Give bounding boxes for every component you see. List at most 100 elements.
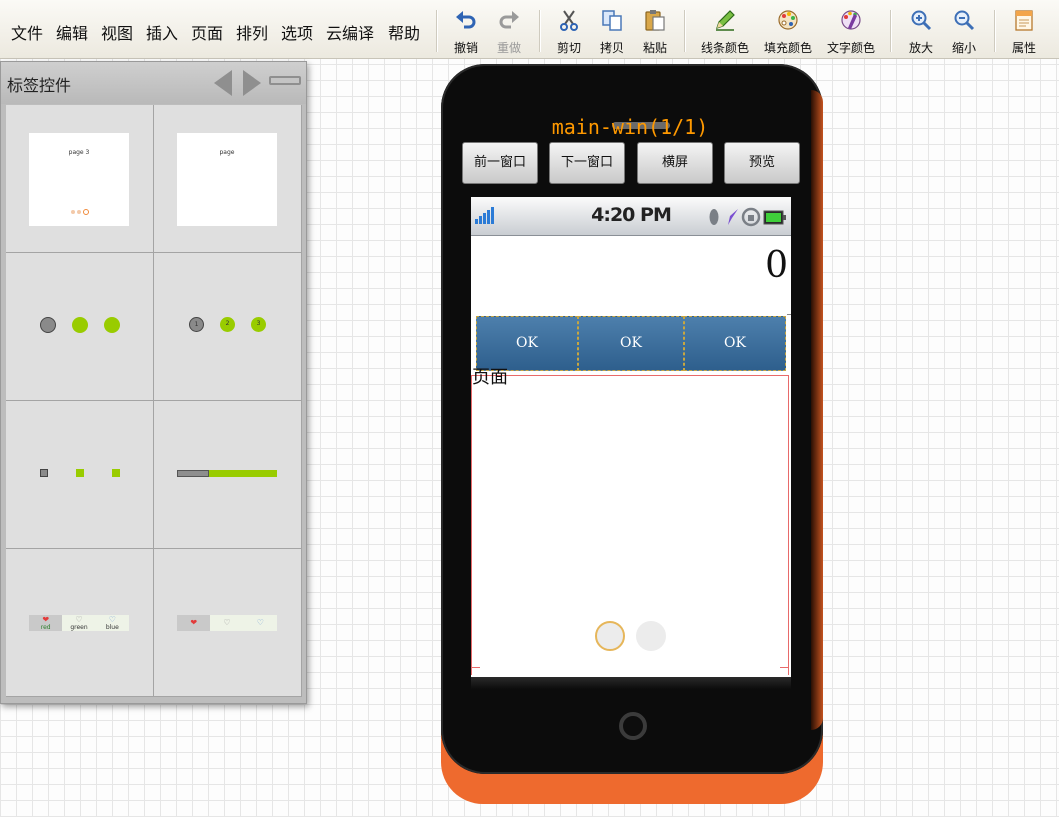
selection-corner[interactable] bbox=[780, 667, 789, 675]
menu-options[interactable]: 选项 bbox=[281, 20, 313, 44]
control-numbered-indicator[interactable]: 1 2 3 bbox=[154, 253, 301, 400]
zoom-out-label: 缩小 bbox=[951, 41, 976, 55]
pencil-icon bbox=[716, 10, 735, 31]
redo-button[interactable]: 重做 bbox=[482, 8, 536, 56]
tab-thumb-icon: ♡ bbox=[243, 615, 277, 631]
dot-indicator-thumbnail bbox=[6, 317, 153, 333]
main-toolbar: 文件 编辑 视图 插入 页面 排列 选项 云编译 帮助 撤销 重做 剪切 拷贝 … bbox=[0, 0, 1059, 59]
control-progress-indicator[interactable] bbox=[154, 401, 301, 548]
prev-window-button[interactable]: 前一窗口 bbox=[462, 142, 538, 184]
landscape-button[interactable]: 横屏 bbox=[637, 142, 713, 184]
selection-corner[interactable] bbox=[780, 375, 789, 384]
heart-icon: ❤ bbox=[42, 615, 50, 624]
ok-button-2[interactable]: OK bbox=[578, 316, 684, 371]
counter-display: 0 bbox=[765, 245, 788, 286]
toolbar-separator bbox=[890, 10, 891, 52]
palette-icon bbox=[778, 10, 798, 30]
square-icon bbox=[39, 469, 48, 477]
control-tab-bar-labeled[interactable]: ❤ red ♡ green ♡ blue bbox=[6, 549, 153, 696]
menu-help[interactable]: 帮助 bbox=[388, 20, 420, 44]
tab-control-panel: 标签控件 page 3 page 1 2 3 ❤ red ♡ green ♡ b… bbox=[0, 61, 307, 704]
dot-icon bbox=[103, 317, 120, 333]
scissors-icon bbox=[560, 10, 578, 31]
heart-outline-icon: ♡ bbox=[108, 615, 116, 624]
toolbar-separator bbox=[436, 10, 437, 52]
control-tab-bar-icons[interactable]: ❤ ♡ ♡ bbox=[154, 549, 301, 696]
tab-thumb-green: ♡ green bbox=[62, 615, 96, 631]
paste-icon bbox=[645, 10, 665, 31]
page-label: 页面 bbox=[472, 367, 508, 388]
numbered-dot: 3 bbox=[251, 317, 266, 332]
properties-label: 属性 bbox=[1011, 41, 1036, 55]
tab-bar-thumbnail: ❤ red ♡ green ♡ blue bbox=[29, 615, 129, 631]
paste-button[interactable]: 粘贴 bbox=[628, 8, 682, 56]
zoom-in-icon bbox=[911, 10, 932, 31]
status-bar: 4:20 PM bbox=[471, 197, 791, 236]
step-number: 1 bbox=[194, 321, 199, 328]
text-color-label: 文字颜色 bbox=[826, 41, 875, 55]
heart-outline-icon: ♡ bbox=[256, 618, 264, 627]
text-palette-icon bbox=[841, 10, 861, 30]
step-number: 2 bbox=[225, 320, 230, 327]
menu-arrange[interactable]: 排列 bbox=[236, 20, 268, 44]
numbered-dot: 2 bbox=[220, 317, 235, 332]
tab-thumb-blue: ♡ blue bbox=[95, 615, 129, 631]
screen-bottom-bezel bbox=[471, 677, 791, 689]
toolbar-separator bbox=[539, 10, 540, 52]
panel-header: 标签控件 bbox=[1, 62, 306, 104]
tab-thumb-icon: ❤ bbox=[177, 615, 211, 631]
tab-thumb-icon: ♡ bbox=[210, 615, 244, 631]
undo-icon bbox=[456, 11, 476, 29]
preview-button[interactable]: 预览 bbox=[724, 142, 800, 184]
square-icon bbox=[75, 469, 84, 477]
ok-button-3[interactable]: OK bbox=[684, 316, 786, 371]
menu-cloud-compile[interactable]: 云编译 bbox=[326, 20, 374, 44]
page-indicator-dot-active[interactable] bbox=[595, 621, 625, 651]
page-thumbnail-label: page 3 bbox=[68, 149, 90, 156]
zoom-out-button[interactable]: 缩小 bbox=[937, 8, 991, 56]
selection-corner[interactable] bbox=[471, 667, 480, 675]
resize-handle-icon[interactable] bbox=[787, 308, 791, 315]
control-dot-indicator[interactable] bbox=[6, 253, 153, 400]
progress-bar-thumbnail bbox=[177, 470, 277, 477]
page-indicator-dot[interactable] bbox=[636, 621, 666, 651]
menu-page[interactable]: 页面 bbox=[191, 20, 223, 44]
panel-title: 标签控件 bbox=[7, 76, 72, 95]
next-arrow-icon[interactable] bbox=[243, 70, 261, 96]
heart-outline-icon: ♡ bbox=[75, 615, 83, 624]
mini-indicator-icon bbox=[71, 209, 89, 215]
step-number: 3 bbox=[256, 320, 261, 327]
page-thumbnail: page bbox=[177, 133, 277, 226]
menu-file[interactable]: 文件 bbox=[11, 20, 43, 44]
menu-insert[interactable]: 插入 bbox=[146, 20, 178, 44]
tab-thumb-red: ❤ red bbox=[29, 615, 63, 631]
menu-edit[interactable]: 编辑 bbox=[56, 20, 88, 44]
line-color-label: 线条颜色 bbox=[700, 41, 749, 55]
page-thumbnail-label: page bbox=[219, 149, 235, 156]
phone-side-rim bbox=[811, 90, 823, 730]
control-square-indicator[interactable] bbox=[6, 401, 153, 548]
prev-arrow-icon[interactable] bbox=[214, 70, 232, 96]
toolbar-separator bbox=[994, 10, 995, 52]
icon-tab-bar-thumbnail: ❤ ♡ ♡ bbox=[177, 615, 277, 631]
line-color-button[interactable]: 线条颜色 bbox=[698, 8, 752, 56]
zoom-out-icon bbox=[954, 10, 975, 31]
window-title: main-win(1/1) bbox=[551, 115, 709, 139]
properties-icon bbox=[1015, 10, 1033, 31]
copy-icon bbox=[602, 10, 622, 31]
properties-button[interactable]: 属性 bbox=[997, 8, 1051, 56]
fill-color-label: 填充颜色 bbox=[763, 41, 812, 55]
home-button[interactable] bbox=[619, 712, 647, 740]
menu-view[interactable]: 视图 bbox=[101, 20, 133, 44]
page-view-container[interactable] bbox=[471, 375, 789, 675]
dot-icon bbox=[39, 317, 56, 333]
page-thumbnail: page 3 bbox=[29, 133, 129, 226]
tab-thumb-label: green bbox=[70, 624, 88, 631]
control-page-with-indicator[interactable]: page 3 bbox=[6, 105, 153, 252]
next-window-button[interactable]: 下一窗口 bbox=[549, 142, 625, 184]
square-indicator-thumbnail bbox=[6, 469, 153, 477]
fill-color-button[interactable]: 填充颜色 bbox=[761, 8, 815, 56]
text-color-button[interactable]: 文字颜色 bbox=[824, 8, 878, 56]
control-page[interactable]: page bbox=[154, 105, 301, 252]
minimize-icon[interactable] bbox=[269, 76, 301, 85]
